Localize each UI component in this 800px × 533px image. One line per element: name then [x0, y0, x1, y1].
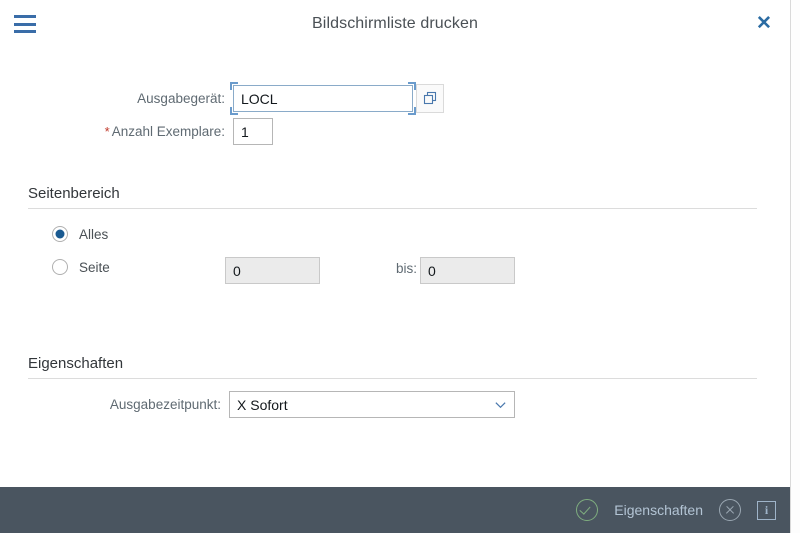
- page-from-input[interactable]: [225, 257, 320, 284]
- output-time-value: X Sofort: [237, 396, 288, 413]
- properties-heading: Eigenschaften: [28, 355, 124, 372]
- page-range-heading: Seitenbereich: [28, 185, 120, 202]
- output-device-input-wrapper: [230, 82, 416, 115]
- copies-input[interactable]: [233, 118, 273, 145]
- value-help-icon[interactable]: [416, 84, 444, 113]
- page-range-divider: [28, 208, 757, 209]
- output-device-row: Ausgabegerät:: [118, 82, 444, 115]
- check-circle-icon: [576, 499, 599, 521]
- output-device-input[interactable]: [233, 85, 413, 112]
- dialog-title: Bildschirmliste drucken: [312, 15, 478, 32]
- chevron-down-icon: [495, 402, 506, 409]
- copies-row: * Anzahl Exemplare:: [83, 118, 273, 145]
- copies-label: * Anzahl Exemplare:: [83, 124, 225, 139]
- dialog-content: Ausgabegerät: *Anzahl Exemplare:: [0, 48, 790, 487]
- cancel-circle-icon: [719, 499, 741, 521]
- ok-button[interactable]: [576, 499, 599, 521]
- info-icon: i: [757, 500, 776, 520]
- radio-row-all[interactable]: Alles: [52, 226, 108, 242]
- radio-page[interactable]: [52, 259, 68, 275]
- page-outer-margin: [791, 0, 800, 533]
- dialog-header: Bildschirmliste drucken ✕: [0, 0, 790, 48]
- print-dialog: Bildschirmliste drucken ✕ Ausgabegerät:: [0, 0, 800, 533]
- radio-all-label[interactable]: Alles: [79, 227, 108, 242]
- info-button[interactable]: i: [757, 500, 776, 520]
- output-time-row: Ausgabezeitpunkt: X Sofort: [94, 391, 515, 418]
- radio-page-label[interactable]: Seite: [79, 260, 110, 275]
- radio-all[interactable]: [52, 226, 68, 242]
- properties-button[interactable]: Eigenschaften: [614, 502, 703, 518]
- properties-button-label: Eigenschaften: [614, 502, 703, 518]
- page-to-input[interactable]: [420, 257, 515, 284]
- output-time-select[interactable]: X Sofort: [229, 391, 515, 418]
- close-icon[interactable]: ✕: [752, 12, 776, 36]
- value-help-glyph: [423, 91, 436, 105]
- cancel-button[interactable]: [719, 499, 741, 521]
- output-device-label: Ausgabegerät:: [137, 91, 225, 106]
- copies-label-text: Anzahl Exemplare:: [111, 124, 225, 139]
- required-marker: *: [104, 124, 110, 139]
- dialog-footer: Eigenschaften i: [0, 487, 790, 533]
- properties-divider: [28, 378, 757, 379]
- radio-row-page[interactable]: Seite: [52, 259, 110, 275]
- output-time-label: Ausgabezeitpunkt:: [109, 397, 221, 412]
- page-to-label: bis:: [395, 261, 417, 276]
